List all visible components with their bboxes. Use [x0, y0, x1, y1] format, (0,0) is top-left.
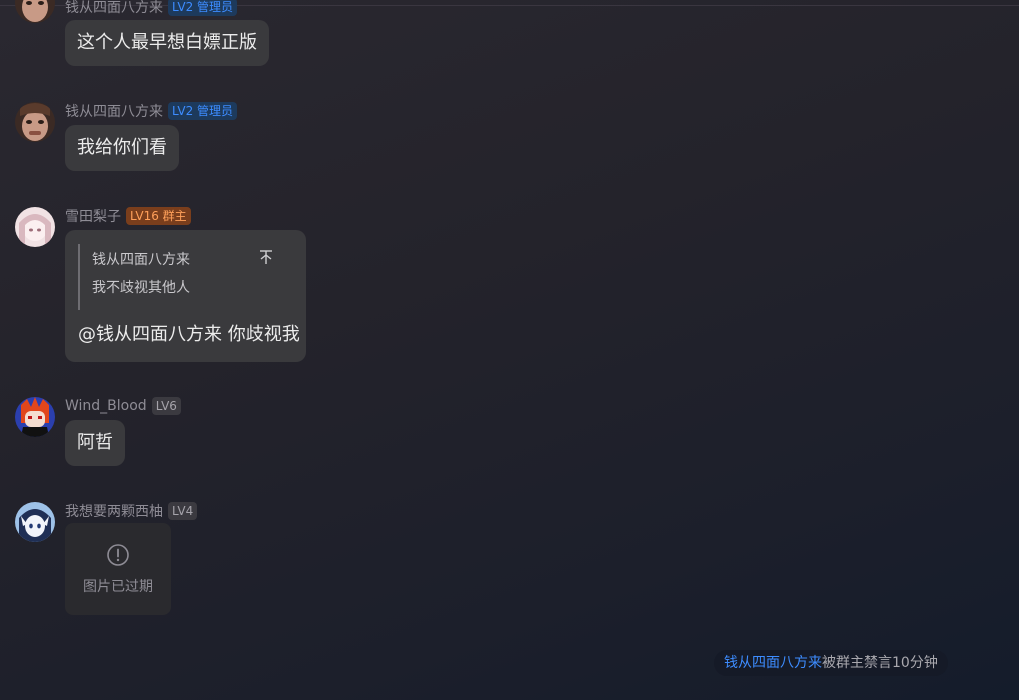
message-meta: 雪田梨子 LV16 群主 [65, 205, 191, 227]
mention-link[interactable]: @钱从四面八方来 [78, 324, 222, 345]
member-badge: LV2 管理员 [168, 102, 238, 120]
expired-image[interactable]: 图片已过期 [65, 523, 171, 615]
message-bubble[interactable]: 这个人最早想白嫖正版 [65, 20, 269, 66]
sender-nickname[interactable]: Wind_Blood [65, 398, 147, 414]
notice-target-link[interactable]: 钱从四面八方来 [724, 655, 822, 671]
avatar[interactable] [15, 502, 55, 542]
quoted-author: 钱从四面八方来 [92, 252, 190, 268]
message-text: 阿哲 [77, 432, 113, 453]
message-text: 这个人最早想白嫖正版 [77, 32, 257, 53]
sender-nickname[interactable]: 钱从四面八方来 [65, 0, 163, 17]
message-text-body: 你歧视我 [227, 324, 300, 345]
arrow-up-icon[interactable] [256, 247, 276, 267]
expired-image-label: 图片已过期 [83, 579, 153, 595]
quoted-message[interactable]: 钱从四面八方来 我不歧视其他人 [78, 244, 275, 310]
message-bubble[interactable]: 钱从四面八方来 我不歧视其他人 @钱从四面八方来 你歧视我 [65, 230, 306, 362]
message-meta: 我想要两颗西柚 LV4 [65, 500, 198, 522]
message-bubble[interactable]: 阿哲 [65, 420, 125, 466]
sender-nickname[interactable]: 雪田梨子 [65, 206, 121, 226]
avatar[interactable] [15, 0, 55, 23]
notice-text: 被群主禁言10分钟 [822, 655, 938, 671]
system-notice: 钱从四面八方来被群主禁言10分钟 [714, 650, 948, 676]
message-meta: 钱从四面八方来 LV2 管理员 [65, 100, 238, 122]
alert-circle-icon [106, 543, 130, 567]
member-badge: LV2 管理员 [168, 0, 238, 16]
avatar[interactable] [15, 207, 55, 247]
member-badge: LV16 群主 [126, 207, 191, 225]
sender-nickname[interactable]: 钱从四面八方来 [65, 101, 163, 121]
message-meta: 钱从四面八方来 LV2 管理员 [65, 0, 238, 18]
message-text: 我给你们看 [77, 137, 167, 158]
member-badge: LV4 [168, 502, 198, 520]
member-badge: LV6 [151, 397, 181, 415]
sender-nickname[interactable]: 我想要两颗西柚 [65, 501, 163, 521]
message-text: @钱从四面八方来 你歧视我 [78, 320, 300, 346]
avatar[interactable] [15, 397, 55, 437]
quoted-text: 我不歧视其他人 [92, 280, 190, 296]
message-meta: Wind_Blood LV6 [65, 395, 181, 417]
avatar[interactable] [15, 102, 55, 142]
message-bubble[interactable]: 我给你们看 [65, 125, 179, 171]
